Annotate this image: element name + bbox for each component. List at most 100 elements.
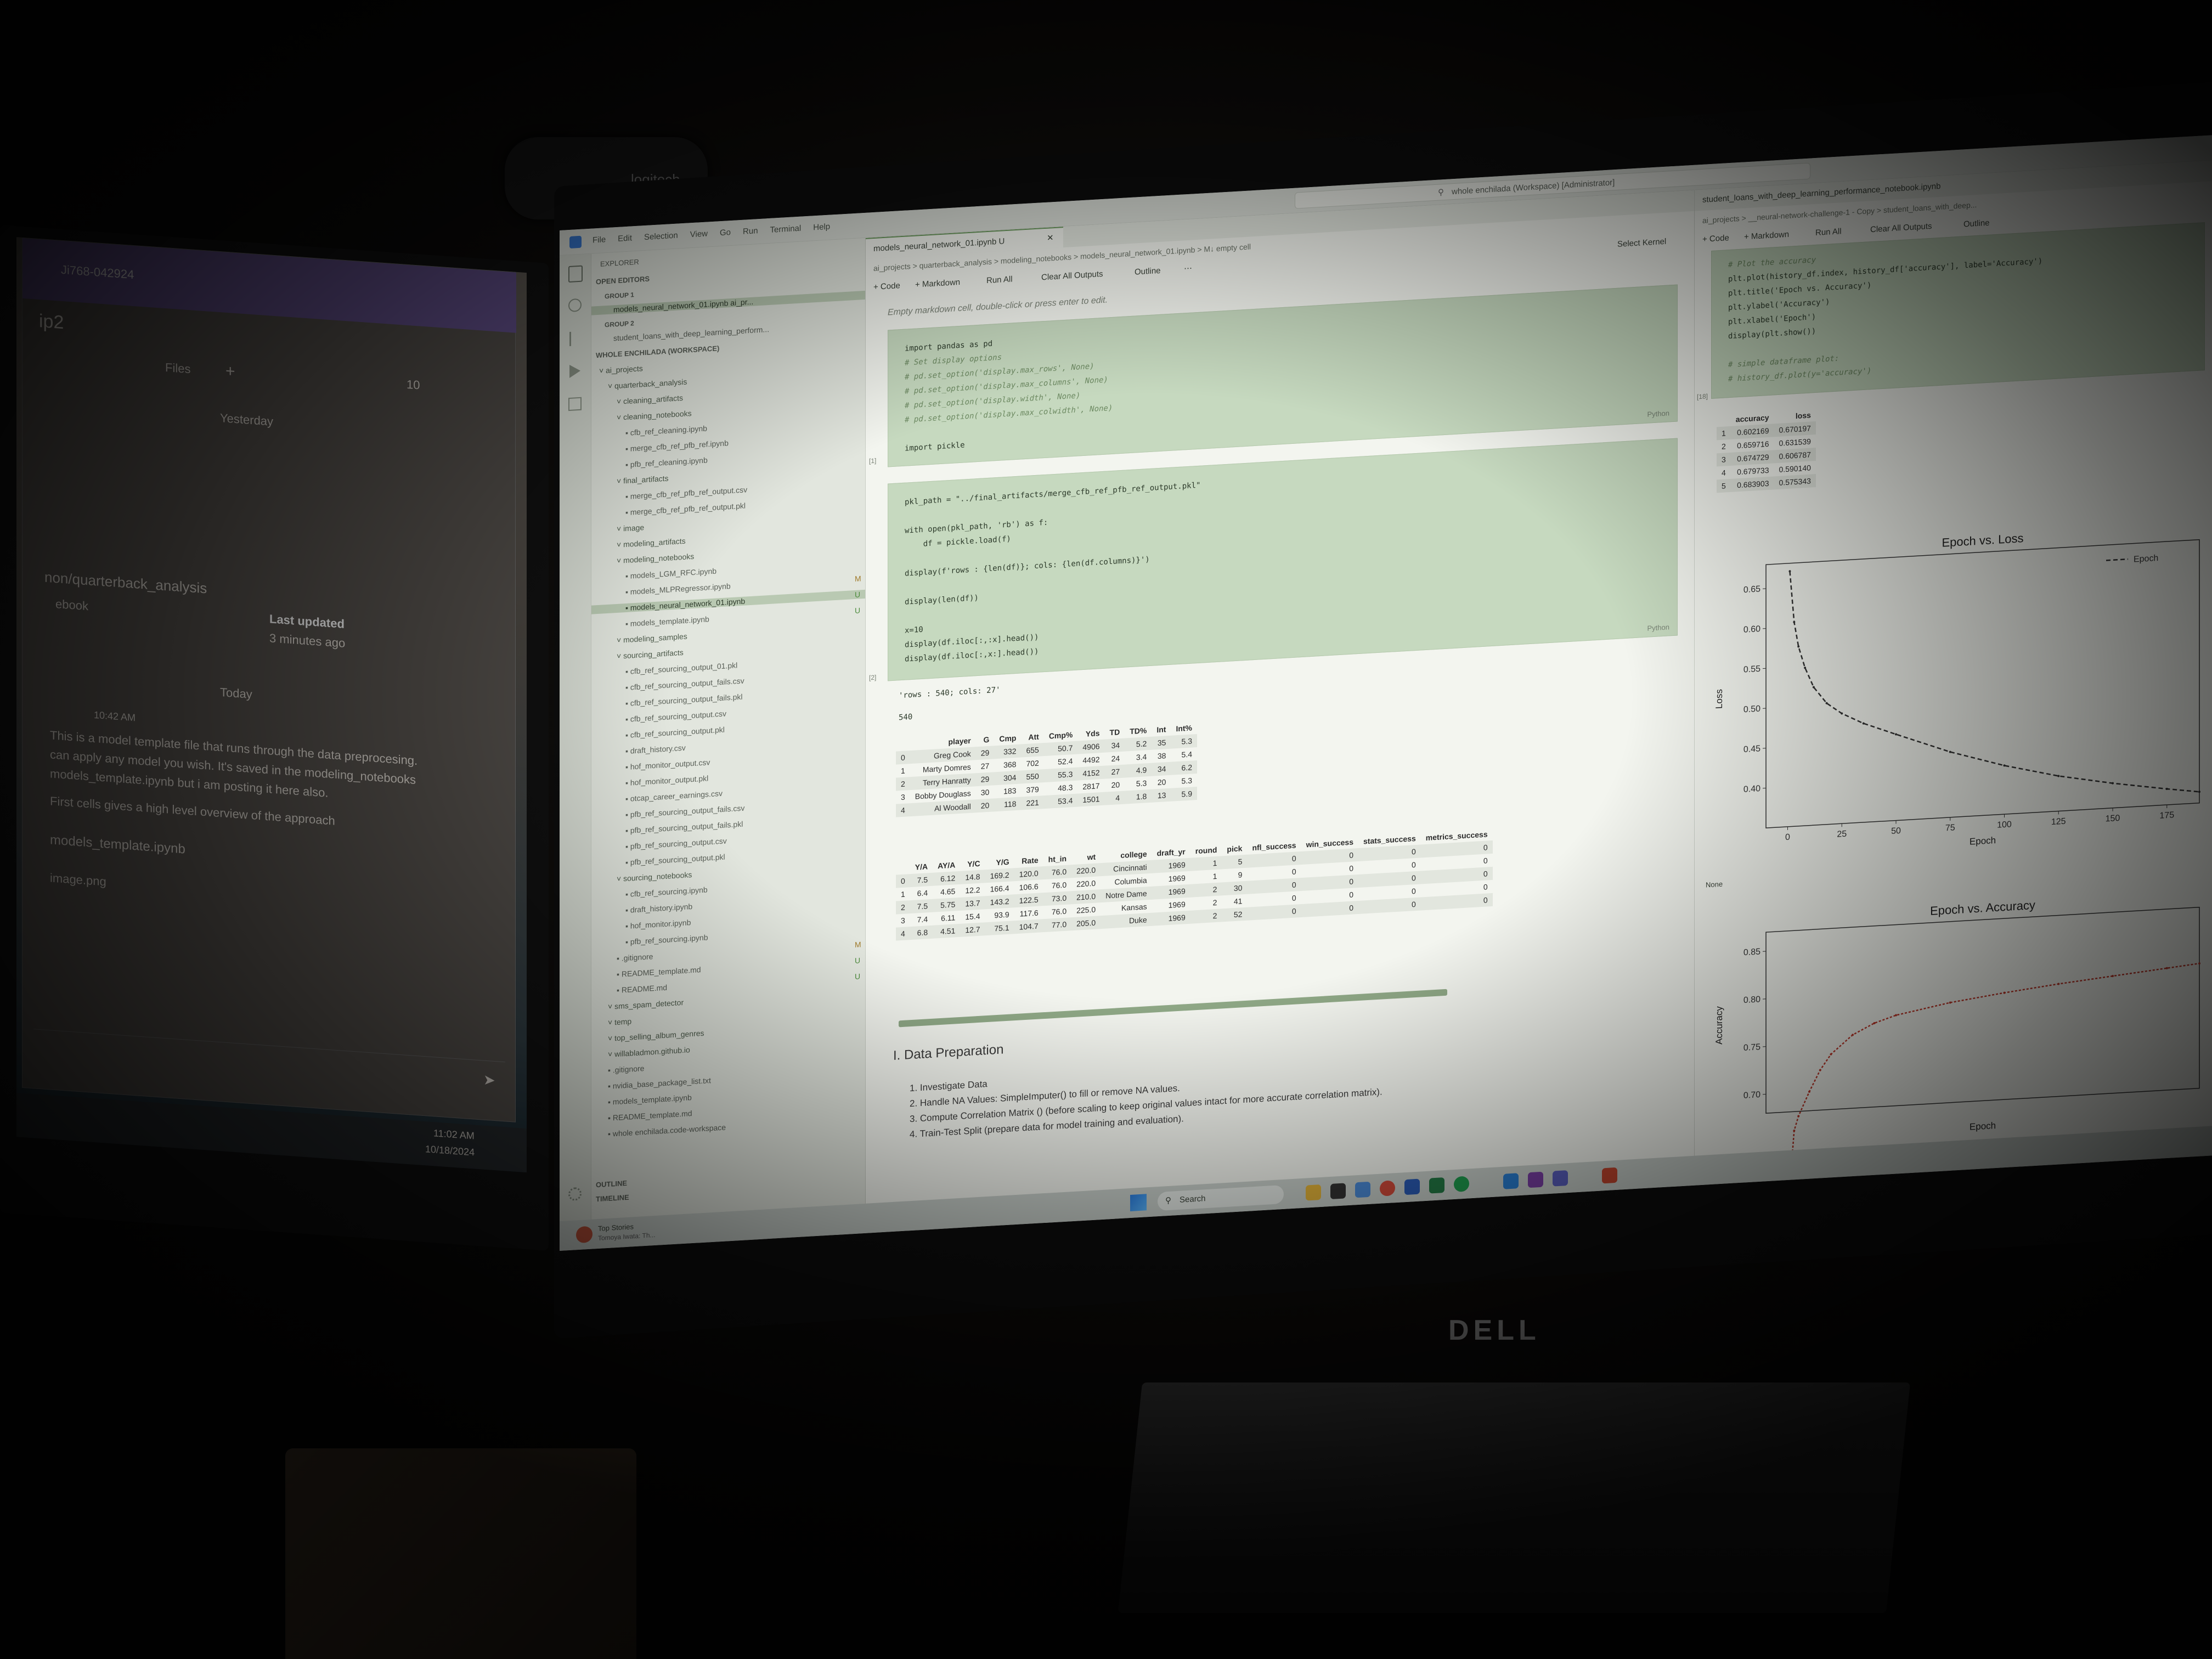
column-header: Att: [1028, 732, 1039, 742]
word-icon[interactable]: [1404, 1178, 1420, 1195]
explorer-icon[interactable]: [568, 265, 583, 283]
main-screen: File Edit Selection View Go Run Terminal Help ⚲…: [560, 134, 2212, 1251]
file-explorer-icon[interactable]: [1306, 1184, 1321, 1201]
menu-help[interactable]: Help: [813, 222, 830, 233]
taskbar-search[interactable]: ⚲ Search: [1158, 1184, 1284, 1211]
menu-file[interactable]: File: [592, 235, 606, 245]
table-cell: 53.4: [1043, 793, 1078, 809]
git-status-badge: U: [855, 606, 861, 615]
card-channel: non/quarterback_analysis: [44, 568, 207, 597]
markdown-list-item: 1. Investigate Data: [910, 1079, 988, 1094]
column-header: Y/G: [996, 857, 1009, 867]
plot-frame: [1765, 539, 2200, 828]
outline-section[interactable]: OUTLINE: [596, 1179, 627, 1189]
add-tab-icon[interactable]: +: [225, 362, 235, 381]
timeline-section[interactable]: TIMELINE: [596, 1193, 629, 1203]
data-point: [2057, 775, 2060, 777]
activity-bar: [560, 253, 591, 1221]
data-point: [1793, 1129, 1796, 1132]
start-button-icon[interactable]: [1130, 1194, 1147, 1212]
select-kernel-button[interactable]: Select Kernel: [1617, 237, 1666, 249]
extensions-icon[interactable]: [568, 397, 582, 411]
code-cell-1[interactable]: import pandas as pd # Set display options…: [888, 284, 1678, 467]
right-clear-outputs-button[interactable]: Clear All Outputs: [1870, 222, 1932, 234]
menu-run[interactable]: Run: [743, 226, 758, 236]
table-cell: 122.5: [1014, 893, 1043, 908]
code-cell-2-source[interactable]: pkl_path = "../final_artifacts/merge_cfb…: [905, 478, 1200, 667]
source-control-icon[interactable]: [569, 331, 582, 346]
table-cell: 93.9: [994, 910, 1009, 920]
data-point: [2112, 782, 2114, 785]
table-cell: 5.3: [1181, 776, 1192, 786]
y-tick-label: 0.75: [1743, 1042, 1760, 1053]
table-cell: 6.4: [917, 888, 928, 898]
menu-terminal[interactable]: Terminal: [770, 224, 802, 235]
y-axis-label: Accuracy: [1714, 1006, 1724, 1045]
code-cell-1-source[interactable]: import pandas as pd # Set display options…: [905, 330, 1113, 456]
clear-outputs-button[interactable]: Clear All Outputs: [1041, 269, 1103, 282]
workspace-header[interactable]: WHOLE ENCHILADA (WORKSPACE): [596, 344, 719, 359]
more-actions-icon[interactable]: ⋯: [1184, 263, 1192, 274]
dataframe-table-2: Y/A AY/A Y/C Y/G Rate ht_in wt college draft_yr r…: [896, 827, 1493, 941]
vscode-taskbar-icon[interactable]: [1503, 1173, 1519, 1189]
cell-2-language[interactable]: Python: [1647, 623, 1669, 632]
add-code-cell-button[interactable]: + Code: [873, 281, 900, 292]
outline-button[interactable]: Outline: [1135, 266, 1161, 277]
table-cell: 4: [896, 803, 910, 817]
none-output: None: [1706, 879, 1723, 889]
excel-icon[interactable]: [1429, 1177, 1444, 1194]
table-cell: 304: [994, 770, 1022, 786]
menu-view[interactable]: View: [690, 229, 708, 239]
onenote-icon[interactable]: [1528, 1171, 1543, 1188]
open-editors-header[interactable]: OPEN EDITORS: [596, 275, 650, 286]
column-header: Cmp: [999, 733, 1017, 743]
news-widget[interactable]: Top Stories Tomoya Iwata: Th...: [576, 1217, 697, 1248]
image-attachment[interactable]: image.png: [50, 871, 106, 889]
table-cell: 0.575343: [1774, 473, 1816, 490]
add-markdown-cell-button[interactable]: + Markdown: [915, 278, 960, 290]
right-code-source[interactable]: # Plot the accuracy plt.plot(history_df.i…: [1728, 240, 2042, 386]
right-run-all-button[interactable]: Run All: [1815, 227, 1842, 238]
spotify-icon[interactable]: [1454, 1176, 1469, 1193]
last-updated-label: Last updated: [269, 612, 345, 631]
yesterday-divider: Yesterday: [220, 411, 274, 428]
right-outline-button[interactable]: Outline: [1963, 218, 1990, 229]
table-cell: 76.0: [1051, 906, 1067, 917]
empty-markdown-hint[interactable]: Empty markdown cell, double-click or pre…: [888, 295, 1108, 318]
run-debug-icon[interactable]: [569, 364, 580, 378]
send-icon[interactable]: ➤: [483, 1071, 495, 1090]
powerpoint-icon[interactable]: [1602, 1167, 1617, 1184]
cell-1-language[interactable]: Python: [1647, 409, 1669, 418]
search-activity-icon[interactable]: [568, 298, 582, 313]
notepad-icon[interactable]: [1355, 1181, 1370, 1198]
data-point: [2198, 791, 2200, 793]
menu-go[interactable]: Go: [720, 228, 731, 238]
table-cell: 1: [901, 889, 905, 899]
right-add-code-button[interactable]: + Code: [1702, 233, 1729, 244]
menu-edit[interactable]: Edit: [618, 233, 632, 243]
attachment-link[interactable]: models_template.ipynb: [50, 832, 185, 857]
open-editor-group2-file[interactable]: student_loans_with_deep_learning_perform…: [613, 325, 769, 342]
files-tab[interactable]: Files: [165, 360, 190, 376]
table-scrollbar[interactable]: [899, 989, 1447, 1028]
close-tab-icon[interactable]: ✕: [1047, 233, 1054, 243]
code-cell-2[interactable]: pkl_path = "../final_artifacts/merge_cfb…: [888, 438, 1678, 681]
terminal-icon[interactable]: [1330, 1183, 1346, 1199]
right-add-markdown-button[interactable]: + Markdown: [1744, 230, 1789, 242]
table-cell: 2: [1190, 882, 1222, 898]
y-tick-label: 0.55: [1743, 664, 1760, 675]
teams-icon[interactable]: [1553, 1170, 1568, 1187]
table-cell: 5.4: [1181, 749, 1192, 759]
series-line: [1789, 571, 2200, 793]
right-code-cell[interactable]: # Plot the accuracy plt.plot(history_df.i…: [1711, 222, 2205, 399]
menu-selection[interactable]: Selection: [644, 231, 678, 242]
taskbar-search-text: Search: [1180, 1194, 1206, 1205]
table-cell: 34: [1104, 738, 1125, 753]
settings-gear-icon[interactable]: [568, 1187, 582, 1201]
table-cell: 48.3: [1058, 783, 1073, 793]
table-cell: 2: [896, 777, 910, 791]
run-all-button[interactable]: Run All: [986, 274, 1013, 285]
table-cell: 220.0: [1076, 878, 1096, 889]
chrome-icon[interactable]: [1380, 1180, 1395, 1197]
data-point: [2165, 967, 2168, 969]
